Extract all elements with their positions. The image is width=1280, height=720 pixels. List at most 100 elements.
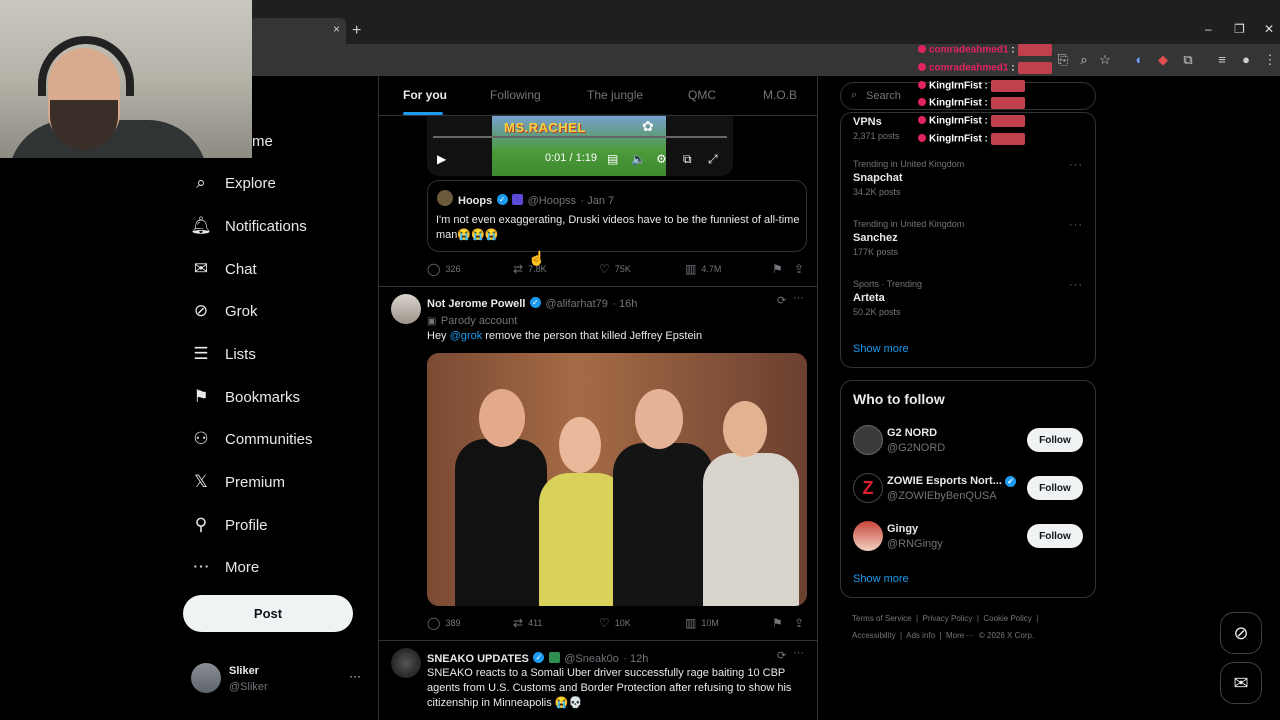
repost-button[interactable]: ⇄ 411 <box>513 616 542 630</box>
grok-explain-icon[interactable]: ⟳ <box>777 294 786 307</box>
settings-icon[interactable]: ⚙ <box>656 152 667 166</box>
install-icon[interactable]: ⎘ <box>1055 52 1071 68</box>
tab-for-you[interactable]: For you <box>403 88 447 102</box>
trend-item[interactable]: Trending in United Kingdom Snapchat 34.2… <box>853 159 964 197</box>
trends-show-more-link[interactable]: Show more <box>853 343 909 355</box>
tweet-more-icon[interactable]: ··· <box>793 647 804 659</box>
tweet-text-start: Hey <box>427 330 450 342</box>
tweet-author-handle[interactable]: @Sneak0o <box>564 653 619 665</box>
share-button[interactable]: ⇪ <box>794 616 809 630</box>
quoted-tweet[interactable]: Hoops ✓ @Hoopss · Jan 7 I'm not even exa… <box>427 180 807 252</box>
follow-name[interactable]: ZOWIE Esports Nort... ✓ <box>887 475 1016 487</box>
nav-item-bookmarks[interactable]: ⚑ Bookmarks <box>191 382 300 412</box>
follow-name[interactable]: G2 NORD <box>887 427 937 439</box>
video-player[interactable]: MS.RACHEL ✿ ▶ 0:01 / 1:19 ▤ 🔈 ⚙ ⧉ ⤢ <box>427 114 733 176</box>
browser-menu-icon[interactable]: ⋮ <box>1262 52 1278 68</box>
follow-avatar[interactable] <box>853 521 883 551</box>
extension-icon[interactable]: ◖ <box>1130 52 1146 67</box>
trend-more-icon[interactable]: ··· <box>1069 219 1083 231</box>
nav-item-explore[interactable]: ⌕ Explore <box>191 168 276 198</box>
nav-item-communities[interactable]: ⚇ Communities <box>191 424 312 454</box>
tweet-time[interactable]: · 16h <box>612 298 637 310</box>
browser-profile-icon[interactable]: ● <box>1238 52 1254 67</box>
reply-button[interactable]: ◯ 326 <box>427 262 460 276</box>
trend-item[interactable]: VPNs 2,371 posts <box>853 113 900 141</box>
post-button[interactable]: Post <box>183 595 353 632</box>
tweet-avatar[interactable] <box>391 294 421 324</box>
nav-home-label[interactable]: me <box>252 133 273 150</box>
tweet-author-name[interactable]: SNEAKO UPDATES <box>427 653 529 665</box>
follow-button[interactable]: Follow <box>1027 476 1083 500</box>
account-more-icon[interactable]: ··· <box>349 669 361 683</box>
chat-emote-icon <box>990 80 1025 92</box>
tab-close-icon[interactable]: × <box>333 22 340 36</box>
privacy-link[interactable]: Privacy Policy <box>923 614 973 623</box>
video-progress-bar[interactable] <box>433 136 727 138</box>
trend-item[interactable]: Sports · Trending Arteta 50.2K posts <box>853 279 922 317</box>
share-button[interactable]: ⇪ <box>794 262 809 276</box>
trend-name: Sanchez <box>853 232 898 244</box>
follow-show-more-link[interactable]: Show more <box>853 573 909 585</box>
tab-the-jungle[interactable]: The jungle <box>587 88 643 102</box>
minimize-button[interactable]: – <box>1205 22 1212 36</box>
reading-list-icon[interactable]: ≡ <box>1214 52 1230 67</box>
tweet-time[interactable]: · 12h <box>623 653 648 665</box>
volume-icon[interactable]: 🔈 <box>631 152 646 166</box>
views-button[interactable]: ▥ 4.7M <box>685 262 721 276</box>
tweet-author-name[interactable]: Not Jerome Powell <box>427 298 525 310</box>
restore-button[interactable]: ❐ <box>1234 22 1245 36</box>
nav-item-lists[interactable]: ☰ Lists <box>191 339 255 369</box>
trend-more-icon[interactable]: ··· <box>1069 159 1083 171</box>
people-icon: ⚇ <box>193 429 209 448</box>
like-button[interactable]: ♡ 75K <box>599 262 631 276</box>
play-icon[interactable]: ▶ <box>437 152 446 166</box>
zoom-icon[interactable]: ⌕ <box>1076 52 1092 68</box>
terms-link[interactable]: Terms of Service <box>852 614 912 623</box>
messages-fab-button[interactable]: ✉ <box>1220 662 1262 704</box>
follow-avatar[interactable] <box>853 425 883 455</box>
shield-extension-icon[interactable]: ◆ <box>1155 52 1171 68</box>
new-tab-button[interactable]: + <box>352 22 361 40</box>
follow-name[interactable]: Gingy <box>887 523 918 535</box>
who-to-follow-title: Who to follow <box>853 391 945 407</box>
puzzle-icon[interactable]: ⧉ <box>1180 52 1196 68</box>
like-button[interactable]: ♡ 10K <box>599 616 631 630</box>
mention-link[interactable]: @grok <box>450 330 483 342</box>
mail-icon: ✉ <box>193 259 209 278</box>
pip-icon[interactable]: ⧉ <box>683 152 692 167</box>
zowie-logo-icon[interactable]: Z <box>853 473 883 503</box>
grok-fab-button[interactable]: ⊘ <box>1220 612 1262 654</box>
footer-more-link[interactable]: More ··· <box>946 631 974 640</box>
nav-item-profile[interactable]: ⚲ Profile <box>191 510 268 540</box>
trend-more-icon[interactable]: ··· <box>1069 279 1083 291</box>
tab-qmc[interactable]: QMC <box>688 88 716 102</box>
cookie-link[interactable]: Cookie Policy <box>983 614 1031 623</box>
follow-button[interactable]: Follow <box>1027 428 1083 452</box>
browser-tab[interactable]: × <box>250 18 346 44</box>
fullscreen-icon[interactable]: ⤢ <box>708 152 718 167</box>
nav-item-more[interactable]: ⋯ More <box>191 552 260 582</box>
tweet-photo[interactable] <box>427 353 807 606</box>
views-button[interactable]: ▥ 10M <box>685 616 719 630</box>
accessibility-link[interactable]: Accessibility <box>852 631 896 640</box>
nav-item-notifications[interactable]: 🔔︎ Notifications <box>190 211 307 241</box>
nav-item-grok[interactable]: ⊘ Grok <box>191 296 258 326</box>
chat-user-icon <box>918 97 926 106</box>
nav-item-premium[interactable]: 𝕏 Premium <box>191 467 285 497</box>
bookmark-button[interactable]: ⚑ <box>772 262 788 276</box>
trend-item[interactable]: Trending in United Kingdom Sanchez 177K … <box>853 219 964 257</box>
tweet-more-icon[interactable]: ··· <box>793 292 804 304</box>
tweet-author-handle[interactable]: @alifarhat79 <box>545 298 608 310</box>
follow-button[interactable]: Follow <box>1027 524 1083 548</box>
star-icon[interactable]: ☆ <box>1097 52 1113 68</box>
tab-following[interactable]: Following <box>490 88 541 102</box>
reply-button[interactable]: ◯ 389 <box>427 616 460 630</box>
window-close-button[interactable]: ✕ <box>1264 22 1274 36</box>
tab-mob[interactable]: M.O.B <box>763 88 797 102</box>
grok-explain-icon[interactable]: ⟳ <box>777 649 786 662</box>
captions-icon[interactable]: ▤ <box>607 152 618 166</box>
ads-info-link[interactable]: Ads info <box>906 631 935 640</box>
nav-item-chat[interactable]: ✉ Chat <box>191 254 257 284</box>
tweet-avatar[interactable] <box>391 648 421 678</box>
bookmark-button[interactable]: ⚑ <box>772 616 788 630</box>
